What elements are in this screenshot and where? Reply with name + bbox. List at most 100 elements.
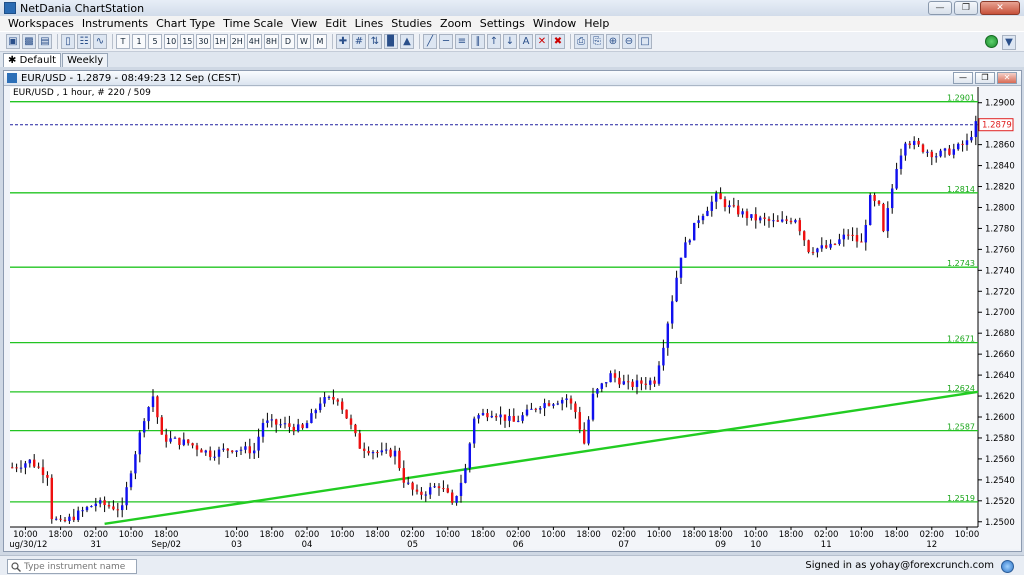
bar-chart-icon[interactable]: ☷ xyxy=(77,34,91,49)
delete-all-icon[interactable]: ✖ xyxy=(551,34,565,49)
candle-body xyxy=(574,403,577,413)
menu-instruments[interactable]: Instruments xyxy=(78,17,152,30)
candle-body xyxy=(235,450,238,452)
timeframe-t[interactable]: T xyxy=(116,34,130,49)
timeframe-10[interactable]: 10 xyxy=(164,34,179,49)
candle-body xyxy=(490,415,494,418)
studies-icon[interactable]: ▲ xyxy=(400,34,414,49)
volume-icon[interactable]: ▉ xyxy=(384,34,398,49)
date-tick-label: 03 xyxy=(231,540,242,549)
candle-body xyxy=(512,415,516,422)
grid-icon[interactable]: # xyxy=(352,34,366,49)
menu-bar: Workspaces Instruments Chart Type Time S… xyxy=(0,16,1024,31)
menu-time-scale[interactable]: Time Scale xyxy=(219,17,287,30)
date-tick-label: 10 xyxy=(750,540,761,549)
timeframe-1[interactable]: 1 xyxy=(132,34,146,49)
timeframe-d[interactable]: D xyxy=(281,34,295,49)
date-tick-label: 07 xyxy=(618,540,629,549)
candle-body xyxy=(402,468,406,483)
new-icon[interactable]: ▣ xyxy=(6,34,20,49)
menu-studies[interactable]: Studies xyxy=(387,17,436,30)
timeframe-w[interactable]: W xyxy=(297,34,311,49)
menu-workspaces[interactable]: Workspaces xyxy=(4,17,78,30)
channel-icon[interactable]: ∥ xyxy=(471,34,485,49)
print-chart-icon[interactable]: ⎙ xyxy=(574,34,588,49)
arrow-up-icon[interactable]: ↑ xyxy=(487,34,501,49)
tab-default[interactable]: ✱ Default xyxy=(3,53,62,67)
horizontal-line-icon[interactable]: ─ xyxy=(439,34,453,49)
candle-body xyxy=(362,448,366,451)
plot-background xyxy=(10,87,978,527)
toolbar-options-icon[interactable]: ▼ xyxy=(1002,35,1016,50)
text-tool-icon[interactable]: A xyxy=(519,34,533,49)
menu-zoom[interactable]: Zoom xyxy=(436,17,476,30)
time-tick-label: 10:00 xyxy=(119,530,144,540)
menu-window[interactable]: Window xyxy=(529,17,580,30)
chart-area[interactable]: EUR/USD , 1 hour, # 220 / 509 1.2901 1.28… xyxy=(10,87,1020,549)
timeframe-8h[interactable]: 8H xyxy=(263,34,279,49)
tab-weekly[interactable]: Weekly xyxy=(62,53,109,67)
candle-body xyxy=(164,434,168,442)
candle-body xyxy=(107,505,111,507)
candle-body xyxy=(508,415,511,421)
trend-line-icon[interactable]: ╱ xyxy=(423,34,437,49)
candle-body xyxy=(842,234,846,240)
price-tick-label: 1.2820 xyxy=(985,183,1015,193)
candle-body xyxy=(151,396,155,408)
workspace-tabs: ✱ Default Weekly xyxy=(0,52,1024,67)
menu-lines[interactable]: Lines xyxy=(351,17,388,30)
menu-help[interactable]: Help xyxy=(580,17,613,30)
zoom-fit-icon[interactable]: □ xyxy=(638,34,652,49)
candle-body xyxy=(516,420,520,422)
zoom-out-icon[interactable]: ⊖ xyxy=(622,34,636,49)
support-resistance-label: 1.2814 xyxy=(947,185,975,194)
timeframe-1h[interactable]: 1H xyxy=(212,34,228,49)
candle-body xyxy=(472,418,476,444)
time-tick-label: 18:00 xyxy=(884,530,909,540)
chart-window-controls: — ❐ ✕ xyxy=(953,72,1017,84)
menu-edit[interactable]: Edit xyxy=(321,17,350,30)
candle-body xyxy=(481,413,485,416)
save-icon[interactable]: ▩ xyxy=(22,34,36,49)
price-tick-label: 1.2640 xyxy=(985,371,1015,381)
line-chart-icon[interactable]: ∿ xyxy=(93,34,107,49)
candle-body xyxy=(345,409,348,419)
zoom-in-icon[interactable]: ⊕ xyxy=(606,34,620,49)
candlestick-chart-icon[interactable]: ▯ xyxy=(61,34,75,49)
timeframe-4h[interactable]: 4H xyxy=(246,34,262,49)
close-icon[interactable]: ✕ xyxy=(980,1,1020,15)
tab-default-label: Default xyxy=(19,55,57,66)
candle-body xyxy=(560,399,564,404)
price-chart[interactable]: EUR/USD , 1 hour, # 220 / 509 1.2901 1.28… xyxy=(10,87,1020,549)
menu-view[interactable]: View xyxy=(287,17,321,30)
candle-body xyxy=(204,450,208,453)
restore-icon[interactable]: ❐ xyxy=(954,1,978,15)
candle-body xyxy=(76,510,80,521)
chart-close-icon[interactable]: ✕ xyxy=(997,72,1017,84)
menu-settings[interactable]: Settings xyxy=(476,17,529,30)
search-icon xyxy=(11,561,21,572)
menu-chart-type[interactable]: Chart Type xyxy=(152,17,219,30)
delete-drawing-icon[interactable]: ✕ xyxy=(535,34,549,49)
instrument-search-input[interactable] xyxy=(24,561,136,572)
instrument-search[interactable] xyxy=(7,559,137,574)
print-icon[interactable]: ▤ xyxy=(38,34,52,49)
candle-body xyxy=(406,482,410,484)
candle-body xyxy=(494,415,498,418)
candle-body xyxy=(754,214,758,221)
timeframe-5[interactable]: 5 xyxy=(148,34,162,49)
chart-minimize-icon[interactable]: — xyxy=(953,72,973,84)
price-line-icon[interactable]: ⇅ xyxy=(368,34,382,49)
arrow-down-icon[interactable]: ↓ xyxy=(503,34,517,49)
candle-body xyxy=(380,450,384,453)
timeframe-15[interactable]: 15 xyxy=(180,34,195,49)
fibonacci-icon[interactable]: ≡ xyxy=(455,34,469,49)
timeframe-m[interactable]: M xyxy=(313,34,327,49)
timeframe-2h[interactable]: 2H xyxy=(229,34,245,49)
candle-body xyxy=(635,380,639,387)
export-icon[interactable]: ⎘ xyxy=(590,34,604,49)
chart-restore-icon[interactable]: ❐ xyxy=(975,72,995,84)
minimize-icon[interactable]: — xyxy=(928,1,952,15)
crosshair-icon[interactable]: ✚ xyxy=(336,34,350,49)
timeframe-30[interactable]: 30 xyxy=(196,34,211,49)
